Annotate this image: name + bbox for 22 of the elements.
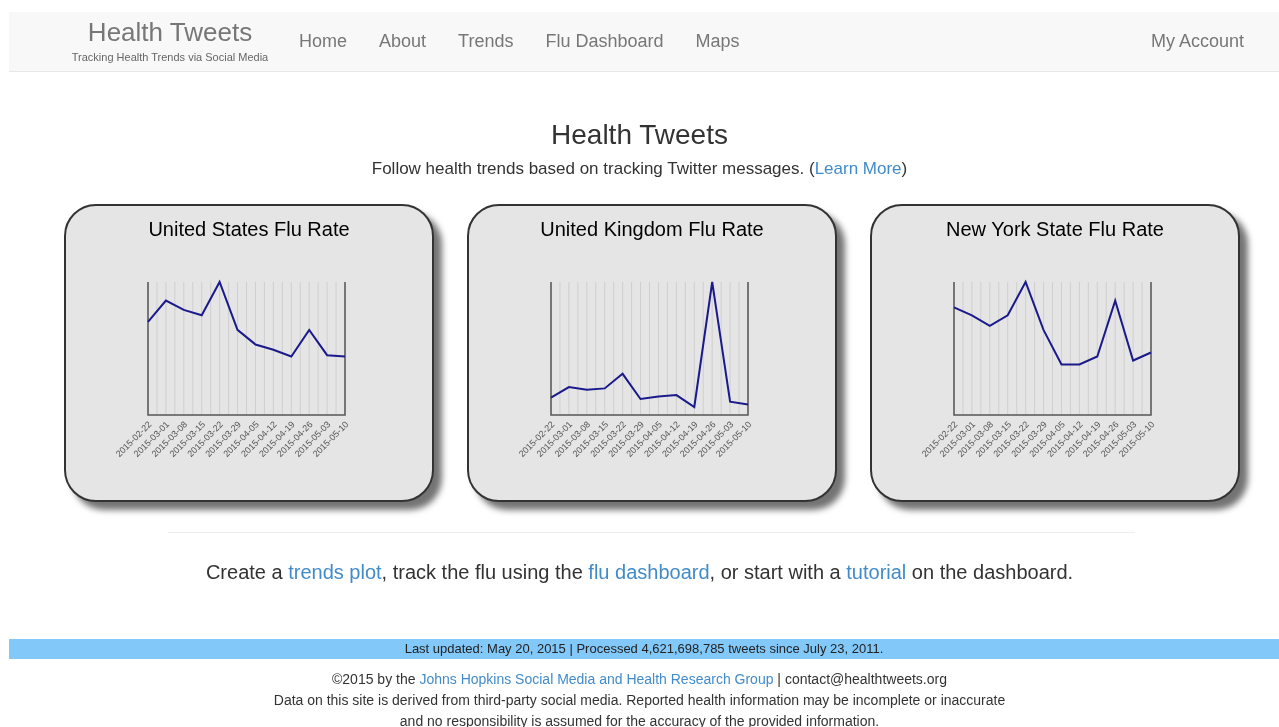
text-link[interactable]: tutorial xyxy=(846,560,907,583)
nav-link[interactable]: Trends xyxy=(442,18,530,65)
nav-link[interactable]: My Account xyxy=(1150,28,1244,55)
card-title: United States Flu Rate xyxy=(148,216,350,241)
credit-line: ©2015 by the Johns Hopkins Social Media and Health Research Group | contact@healthtweets.org xyxy=(331,669,948,689)
nav-link[interactable]: Maps xyxy=(679,18,756,65)
card-title: New York State Flu Rate xyxy=(946,216,1164,241)
status-bar: Last updated: May 20, 2015 | Processed 4,621,698,785 tweets since July 23, 2011. xyxy=(9,638,1279,659)
text-link[interactable]: flu dashboard xyxy=(588,560,710,583)
text-link[interactable]: trends plot xyxy=(288,560,382,583)
intro-sentence: Create a trends plot, track the flu using the flu dashboard, or start with a tutorial on the dashboard. xyxy=(204,559,1075,585)
subtitle: Follow health trends based on tracking Twitter messages. (Learn More) xyxy=(370,158,909,180)
brand-logo[interactable]: Health Tweets xyxy=(87,17,253,48)
text-link[interactable]: Learn More xyxy=(814,159,902,178)
nav-link[interactable]: Flu Dashboard xyxy=(529,18,680,65)
tagline: Tracking Health Trends via Social Media xyxy=(71,50,269,66)
page-title: Health Tweets xyxy=(550,118,729,152)
card-title: United Kingdom Flu Rate xyxy=(540,216,764,241)
nav-link[interactable]: Home xyxy=(283,18,363,65)
nav-link[interactable]: About xyxy=(363,18,443,65)
text-link[interactable]: Johns Hopkins Social Media and Health Research Group xyxy=(419,670,774,687)
disclaimer-line: Data on this site is derived from third-party social media. Reported health information may be incomplete or inaccurate xyxy=(272,690,1007,710)
